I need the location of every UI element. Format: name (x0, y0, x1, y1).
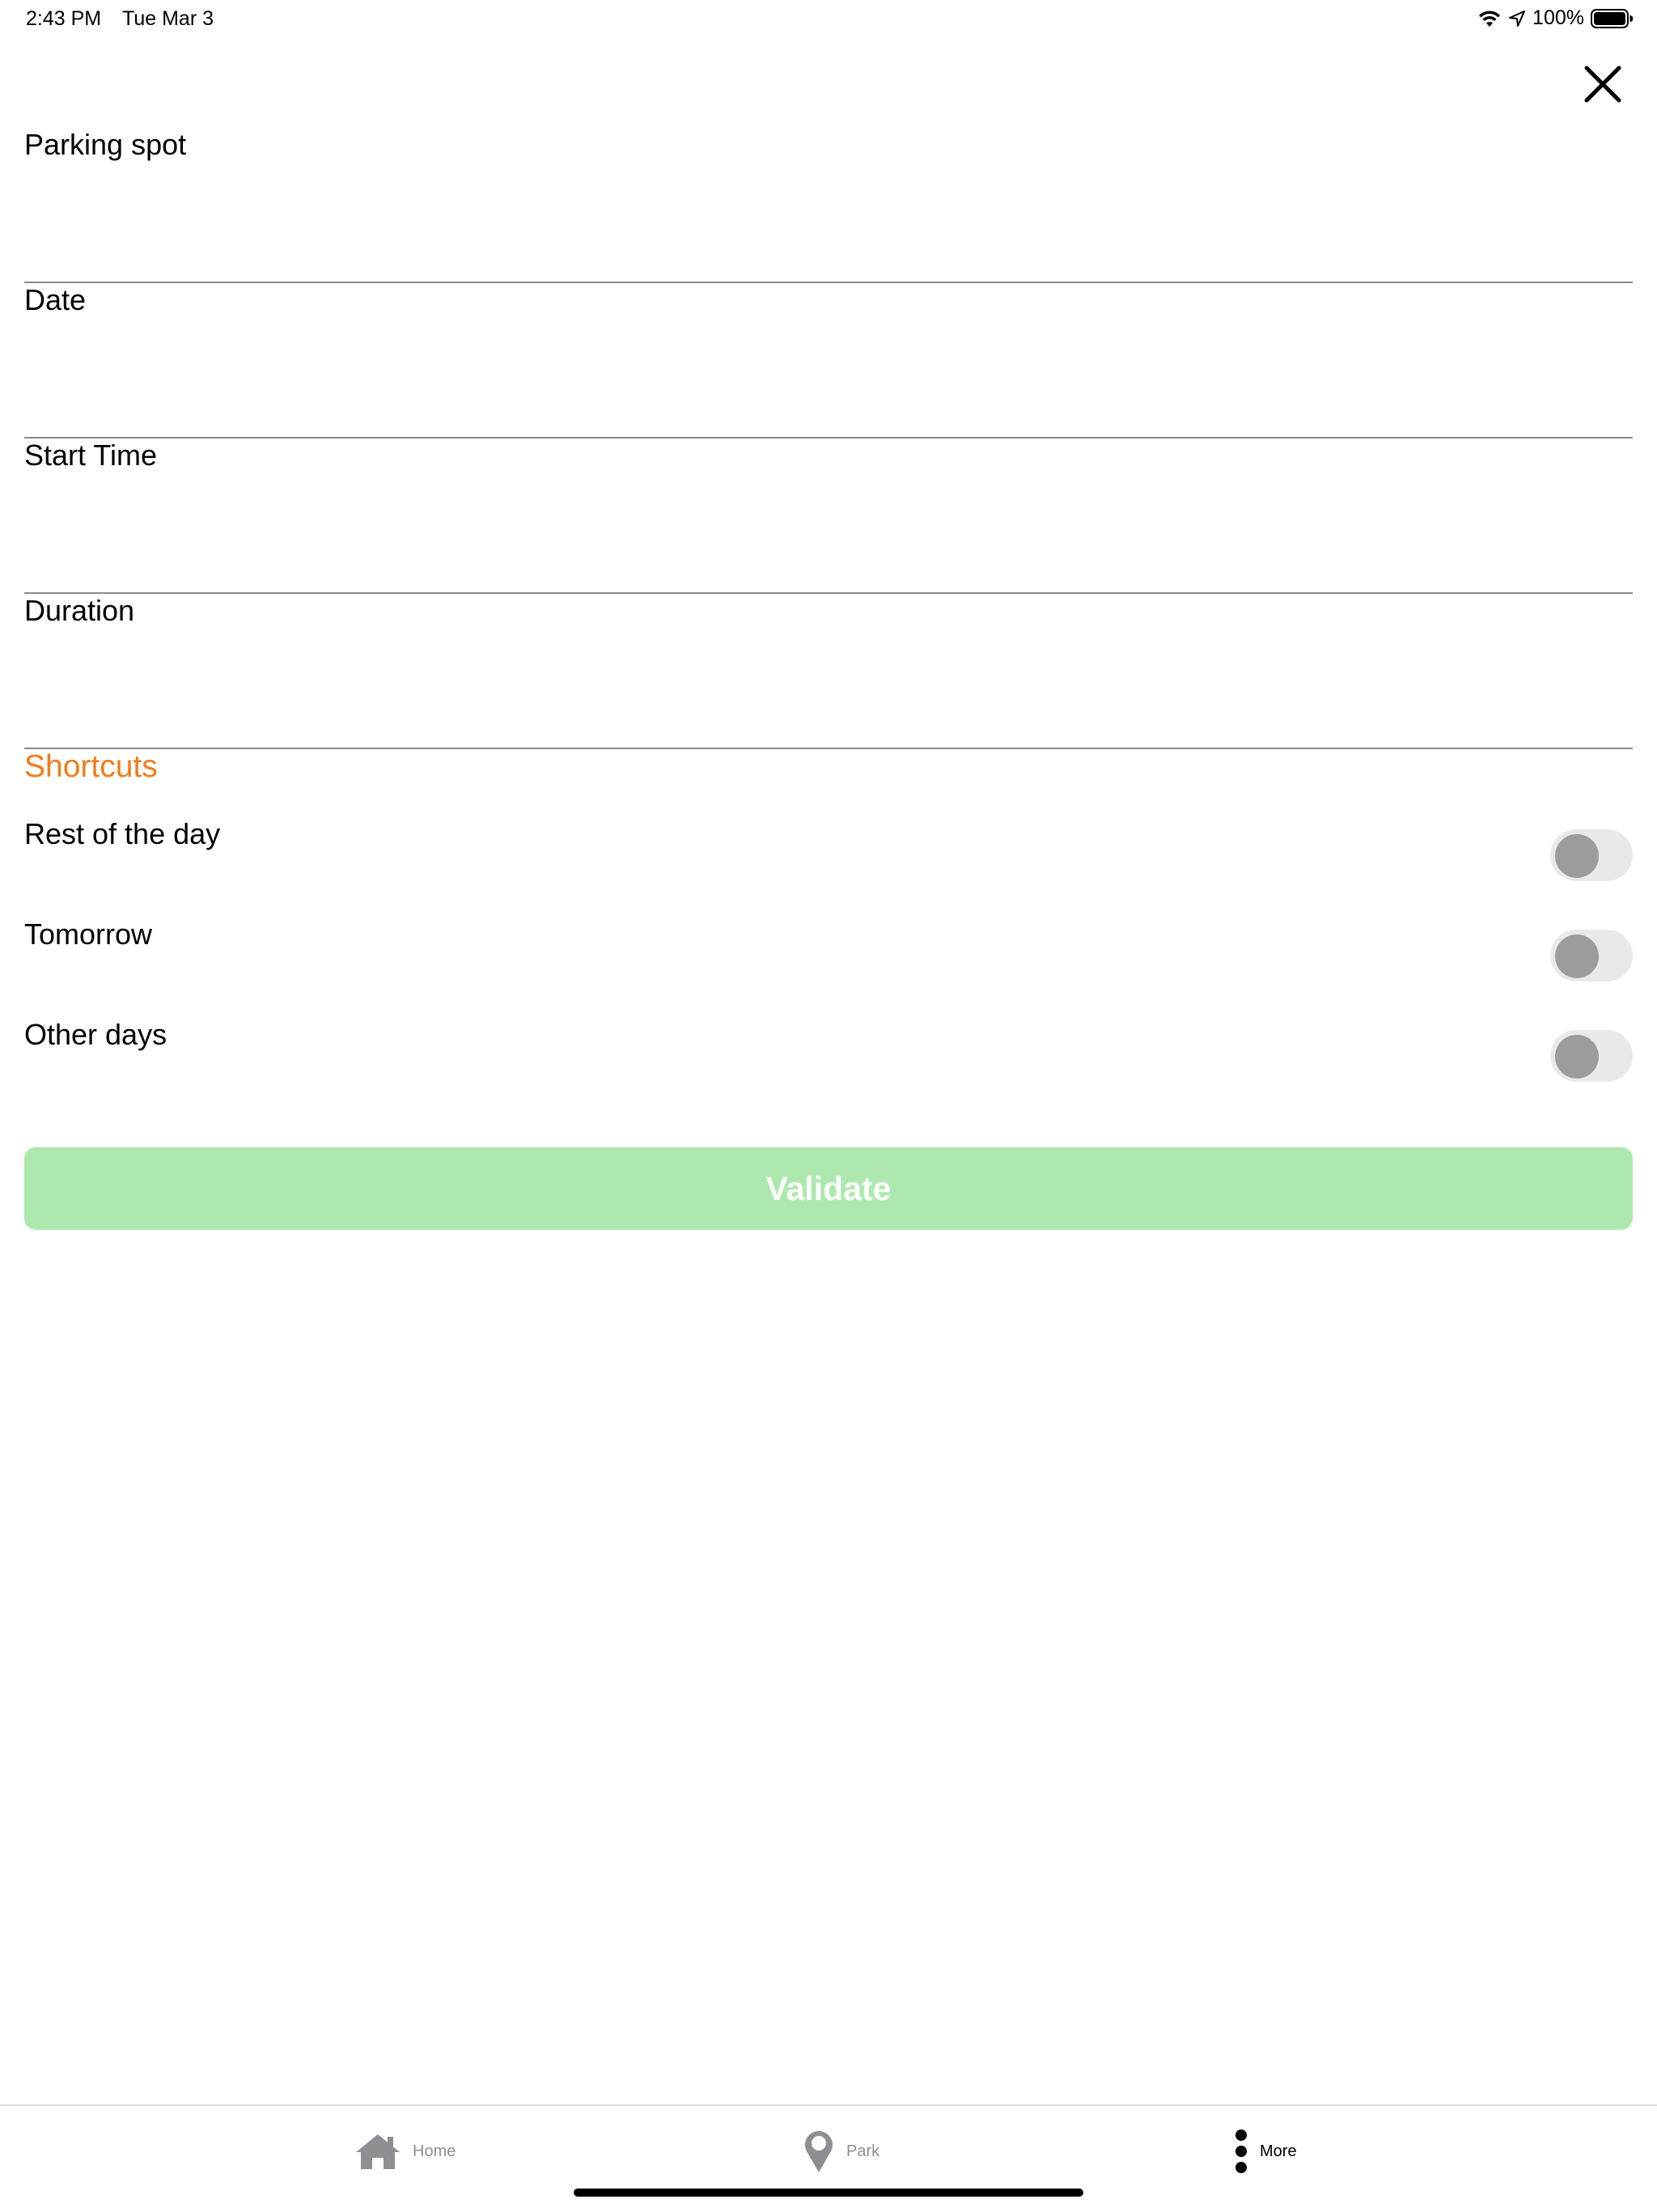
map-pin-icon (805, 2131, 833, 2172)
shortcut-rest-of-day: Rest of the day (24, 817, 1633, 906)
tab-more[interactable]: More (1234, 2127, 1297, 2176)
tab-home[interactable]: Home (354, 2127, 456, 2176)
start-time-field[interactable]: Start Time (24, 439, 1633, 594)
tab-home-label: Home (413, 2142, 456, 2160)
shortcut-label: Rest of the day (24, 817, 221, 850)
status-indicators: 100% (1477, 6, 1633, 30)
tab-park-label: Park (846, 2142, 880, 2160)
battery-percent: 100% (1532, 6, 1584, 29)
toggle-knob (1555, 934, 1599, 978)
tab-park[interactable]: Park (803, 2127, 879, 2176)
validate-button[interactable]: Validate (24, 1147, 1633, 1230)
tomorrow-toggle[interactable] (1550, 930, 1633, 981)
rest-of-day-toggle[interactable] (1550, 829, 1633, 881)
shortcut-label: Tomorrow (24, 917, 153, 951)
duration-label: Duration (24, 594, 135, 627)
more-vertical-icon (1235, 2129, 1247, 2173)
toggle-knob (1555, 834, 1599, 878)
status-date: Tue Mar 3 (122, 7, 214, 30)
toggle-knob (1555, 1035, 1599, 1078)
shortcut-other-days: Other days (24, 1018, 1633, 1107)
duration-field[interactable]: Duration (24, 594, 1633, 749)
status-bar: 2:43 PM Tue Mar 3 100% (0, 0, 1657, 39)
location-arrow-icon (1508, 10, 1526, 28)
home-indicator[interactable] (574, 2189, 1083, 2197)
tab-more-label: More (1260, 2142, 1297, 2160)
shortcut-tomorrow: Tomorrow (24, 917, 1633, 1006)
close-icon (1584, 66, 1621, 103)
date-field[interactable]: Date (24, 283, 1633, 439)
parking-spot-field[interactable]: Parking spot (24, 128, 1633, 283)
close-button[interactable] (1582, 63, 1624, 105)
home-icon (356, 2134, 400, 2169)
wifi-icon (1477, 9, 1502, 28)
other-days-toggle[interactable] (1550, 1030, 1633, 1082)
date-label: Date (24, 283, 87, 316)
parking-spot-label: Parking spot (24, 128, 187, 161)
status-time: 2:43 PM (26, 7, 102, 30)
shortcuts-heading: Shortcuts (24, 749, 158, 784)
start-time-label: Start Time (24, 439, 158, 472)
shortcut-label: Other days (24, 1018, 167, 1051)
battery-icon (1591, 8, 1633, 28)
